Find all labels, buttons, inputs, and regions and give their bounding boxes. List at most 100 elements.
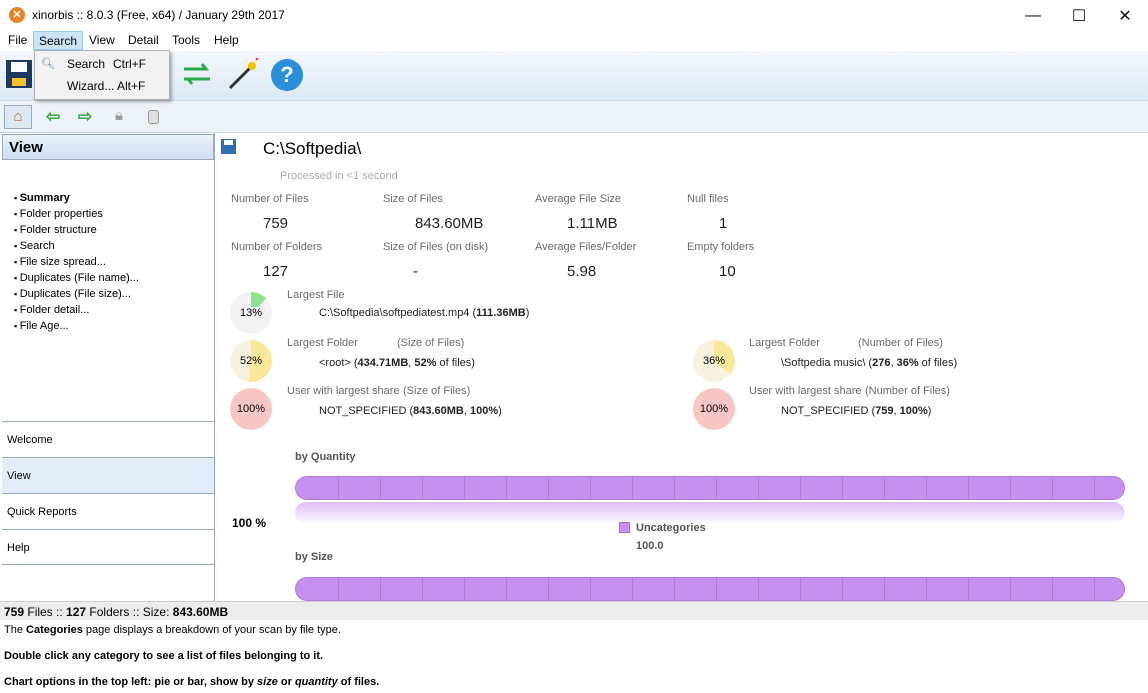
tab-view[interactable]: View	[2, 457, 214, 493]
tab-welcome[interactable]: Welcome	[2, 421, 214, 457]
stat-value: 759	[263, 215, 289, 232]
help-icon[interactable]: ?	[271, 59, 303, 91]
menu-help[interactable]: Help	[214, 33, 239, 47]
percent-label: 100 %	[232, 516, 267, 530]
dropdown-wizard-shortcut: Alt+F	[117, 79, 146, 93]
view-header: View	[2, 134, 214, 160]
help-line-3: Chart options in the top left: pie or ba…	[4, 676, 379, 688]
database-icon[interactable]	[148, 110, 159, 124]
quantity-bar[interactable]	[295, 476, 1125, 500]
menu-bar: File Search View Detail Tools Help	[0, 31, 1148, 51]
size-bar[interactable]	[295, 577, 1125, 601]
legend-name[interactable]: Uncategories	[636, 522, 706, 534]
stat-label: Average File Size	[535, 193, 622, 205]
drive-save-icon	[221, 139, 236, 154]
status-files-count: 759	[4, 605, 25, 619]
stat-value: 10	[719, 263, 736, 280]
search-dropdown-menu: 🔍︎ Search Ctrl+F Wizard... Alt+F	[34, 50, 170, 100]
link-file-size-spread[interactable]: File size spread...	[14, 256, 106, 268]
menu-file[interactable]: File	[8, 33, 27, 47]
status-folders-count: 127	[66, 605, 87, 619]
bar-segment-divider	[674, 477, 675, 499]
tab-quick-reports[interactable]: Quick Reports	[2, 493, 214, 529]
link-file-age[interactable]: File Age...	[14, 320, 69, 332]
help-line-2: Double click any category to see a list …	[4, 650, 324, 662]
link-duplicates-size[interactable]: Duplicates (File size)...	[14, 288, 131, 300]
stat-value: 127	[263, 263, 289, 280]
refresh-icon[interactable]	[180, 59, 214, 89]
value-text: C:\Softpedia\softpediatest.mp4 (	[319, 307, 477, 319]
largest-folder-sub: (Number of Files)	[858, 337, 943, 349]
bar-segment-divider	[716, 578, 717, 600]
largest-folder-count-pie: 36%	[693, 340, 735, 382]
bar-segment-divider	[926, 477, 927, 499]
bar-segment-divider	[968, 477, 969, 499]
title-bar: ✕ xinorbis :: 8.0.3 (Free, x64) / Januar…	[0, 0, 1148, 31]
bar-segment-divider	[1010, 578, 1011, 600]
menu-view[interactable]: View	[89, 33, 115, 47]
bar-segment-divider	[968, 578, 969, 600]
back-arrow-icon[interactable]: ⇦	[46, 107, 60, 127]
bar-segment-divider	[884, 578, 885, 600]
toolbar: ?	[0, 51, 1148, 101]
pie-percent: 100%	[699, 403, 729, 415]
pie-percent: 36%	[702, 355, 726, 367]
menu-detail[interactable]: Detail	[128, 33, 159, 47]
link-summary[interactable]: Summary	[14, 192, 70, 204]
largest-file-value: C:\Softpedia\softpediatest.mp4 (111.36MB…	[319, 307, 529, 319]
bar-segment-divider	[590, 477, 591, 499]
help-italic: size	[257, 676, 278, 688]
bar-segment-divider	[842, 477, 843, 499]
bar-segment-divider	[380, 477, 381, 499]
bar-segment-divider	[1010, 477, 1011, 499]
dropdown-wizard[interactable]: Wizard...	[67, 79, 114, 93]
help-text: The	[4, 624, 27, 636]
magic-wand-icon[interactable]	[226, 58, 260, 92]
lock-icon[interactable]: 🔒︎	[115, 107, 123, 124]
minimize-button[interactable]: —	[1010, 0, 1056, 31]
link-search[interactable]: Search	[14, 240, 55, 252]
user-count-value: NOT_SPECIFIED (759, 100%)	[781, 405, 931, 417]
user-size-value: NOT_SPECIFIED (843.60MB, 100%)	[319, 405, 502, 417]
bar-segment-divider	[674, 578, 675, 600]
value-text: )	[498, 405, 502, 417]
largest-folder-size-pie: 52%	[230, 340, 272, 382]
navigation-bar: ⌂ ⇦ ⇨ 🔒︎	[0, 101, 1148, 133]
by-quantity-label: by Quantity	[295, 451, 356, 463]
value-text: \Softpedia music\ (	[781, 357, 873, 369]
bar-segment-divider	[800, 477, 801, 499]
menu-search[interactable]: Search	[33, 31, 84, 50]
bar-segment-divider	[338, 578, 339, 600]
close-button[interactable]: ✕	[1102, 0, 1148, 31]
forward-arrow-icon[interactable]: ⇨	[78, 107, 92, 127]
bar-segment-divider	[1094, 578, 1095, 600]
status-text: Files ::	[24, 605, 67, 619]
bar-segment-divider	[758, 578, 759, 600]
pie-percent: 52%	[239, 355, 263, 367]
user-share-label: User with largest share	[749, 385, 862, 397]
link-folder-structure[interactable]: Folder structure	[14, 224, 97, 236]
save-icon[interactable]	[6, 58, 32, 90]
bar-segment-divider	[548, 578, 549, 600]
menu-tools[interactable]: Tools	[172, 33, 200, 47]
stat-label: Null files	[687, 193, 729, 205]
bar-segment-divider	[422, 477, 423, 499]
stat-label: Size of Files (on disk)	[383, 241, 489, 253]
value-text: )	[927, 405, 932, 417]
link-folder-properties[interactable]: Folder properties	[14, 208, 103, 220]
value-text: of files)	[918, 357, 958, 369]
home-icon[interactable]: ⌂	[4, 105, 32, 129]
value-text: NOT_SPECIFIED (	[319, 405, 414, 417]
bar-segment-divider	[506, 477, 507, 499]
link-folder-detail[interactable]: Folder detail...	[14, 304, 90, 316]
value-bold: 100%	[470, 405, 499, 417]
pie-percent: 13%	[238, 307, 264, 319]
bar-segment-divider	[800, 578, 801, 600]
dropdown-search[interactable]: Search	[67, 57, 105, 71]
bar-segment-divider	[884, 477, 885, 499]
window-title: xinorbis :: 8.0.3 (Free, x64) / January …	[32, 8, 285, 22]
tab-help[interactable]: Help	[2, 529, 214, 565]
link-duplicates-name[interactable]: Duplicates (File name)...	[14, 272, 139, 284]
maximize-button[interactable]: ☐	[1056, 0, 1102, 31]
quantity-bar-reflection	[295, 502, 1125, 524]
